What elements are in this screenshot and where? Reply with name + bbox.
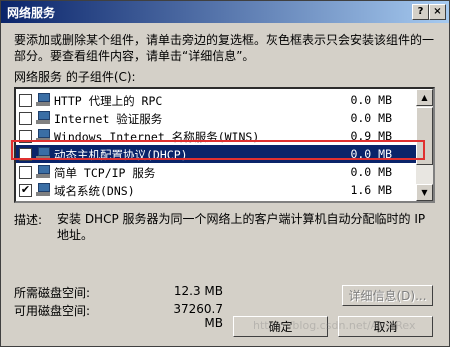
component-size: 0.0 MB <box>350 165 392 179</box>
disk-free-value: 37260.7 MB <box>173 302 223 330</box>
watermark: https://blog.csdn.net/AbstRex <box>253 319 416 332</box>
intro-text: 要添加或删除某个组件，请单击旁边的复选框。灰色框表示只会安装该组件的一部分。要查… <box>14 33 435 63</box>
component-size: 0.0 MB <box>350 111 392 125</box>
scroll-up-icon[interactable]: ▲ <box>416 89 433 106</box>
computer-icon <box>36 93 50 106</box>
disk-required-label: 所需磁盘空间: <box>14 286 91 300</box>
disk-free-label: 可用磁盘空间: <box>14 304 91 318</box>
component-name: HTTP 代理上的 RPC <box>54 94 163 108</box>
computer-icon <box>36 165 50 178</box>
component-checkbox[interactable] <box>19 166 32 179</box>
title-bar: 网络服务 ? × <box>1 1 449 23</box>
help-button[interactable]: ? <box>412 4 429 20</box>
network-services-dialog: 网络服务 ? × 要添加或删除某个组件，请单击旁边的复选框。灰色框表示只会安装该… <box>0 0 450 347</box>
component-name: 简单 TCP/IP 服务 <box>54 166 156 180</box>
list-item[interactable]: HTTP 代理上的 RPC 0.0 MB <box>16 91 418 109</box>
component-checkbox[interactable]: ✔ <box>19 184 32 197</box>
list-item[interactable]: Internet 验证服务 0.0 MB <box>16 109 418 127</box>
dialog-title: 网络服务 <box>7 6 56 20</box>
highlight-box <box>11 140 425 160</box>
list-item[interactable]: 简单 TCP/IP 服务 0.0 MB <box>16 163 418 181</box>
close-button[interactable]: × <box>429 4 446 20</box>
disk-required-value: 12.3 MB <box>173 284 223 298</box>
component-name: Internet 验证服务 <box>54 112 163 126</box>
description-label: 描述: <box>14 213 43 227</box>
computer-icon <box>36 111 50 124</box>
component-checkbox[interactable] <box>19 94 32 107</box>
component-name: 域名系统(DNS) <box>54 184 135 198</box>
description-text: 安装 DHCP 服务器为同一个网络上的客户端计算机自动分配临时的 IP 地址。 <box>57 212 426 242</box>
component-checkbox[interactable] <box>19 112 32 125</box>
component-size: 1.6 MB <box>350 183 392 197</box>
details-button[interactable]: 详细信息(D)... <box>342 285 433 306</box>
subcomponents-label: 网络服务 的子组件(C): <box>14 70 136 84</box>
computer-icon <box>36 183 50 196</box>
list-item[interactable]: ✔ 域名系统(DNS) 1.6 MB <box>16 181 418 199</box>
component-size: 0.0 MB <box>350 93 392 107</box>
scroll-down-icon[interactable]: ▼ <box>416 184 433 201</box>
